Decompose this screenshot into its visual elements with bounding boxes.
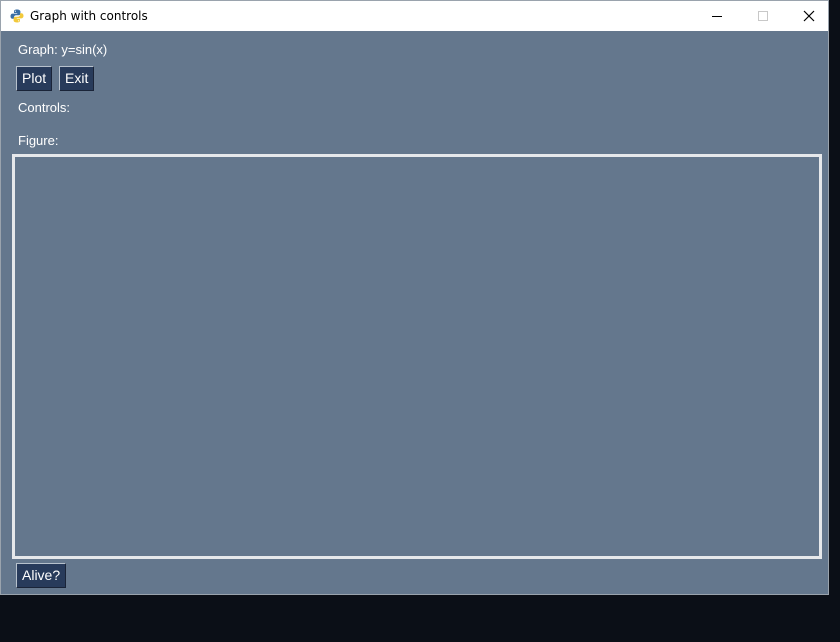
graph-label: Graph: y=sin(x) [18, 42, 108, 57]
close-icon [803, 10, 815, 22]
minimize-button[interactable] [694, 1, 740, 31]
close-button[interactable] [786, 1, 828, 31]
exit-button[interactable]: Exit [59, 66, 95, 91]
maximize-button[interactable] [740, 1, 786, 31]
title-bar[interactable]: Graph with controls [1, 1, 828, 31]
figure-canvas[interactable] [12, 154, 822, 559]
maximize-icon [758, 11, 768, 21]
plot-button[interactable]: Plot [16, 66, 53, 91]
alive-button[interactable]: Alive? [16, 563, 67, 588]
minimize-icon [712, 16, 722, 17]
python-icon [10, 9, 24, 23]
app-window: Graph with controls Graph: y=sin(x) Plot… [0, 0, 829, 595]
figure-label: Figure: [18, 133, 59, 148]
window-title: Graph with controls [30, 9, 148, 23]
controls-label: Controls: [18, 100, 71, 115]
